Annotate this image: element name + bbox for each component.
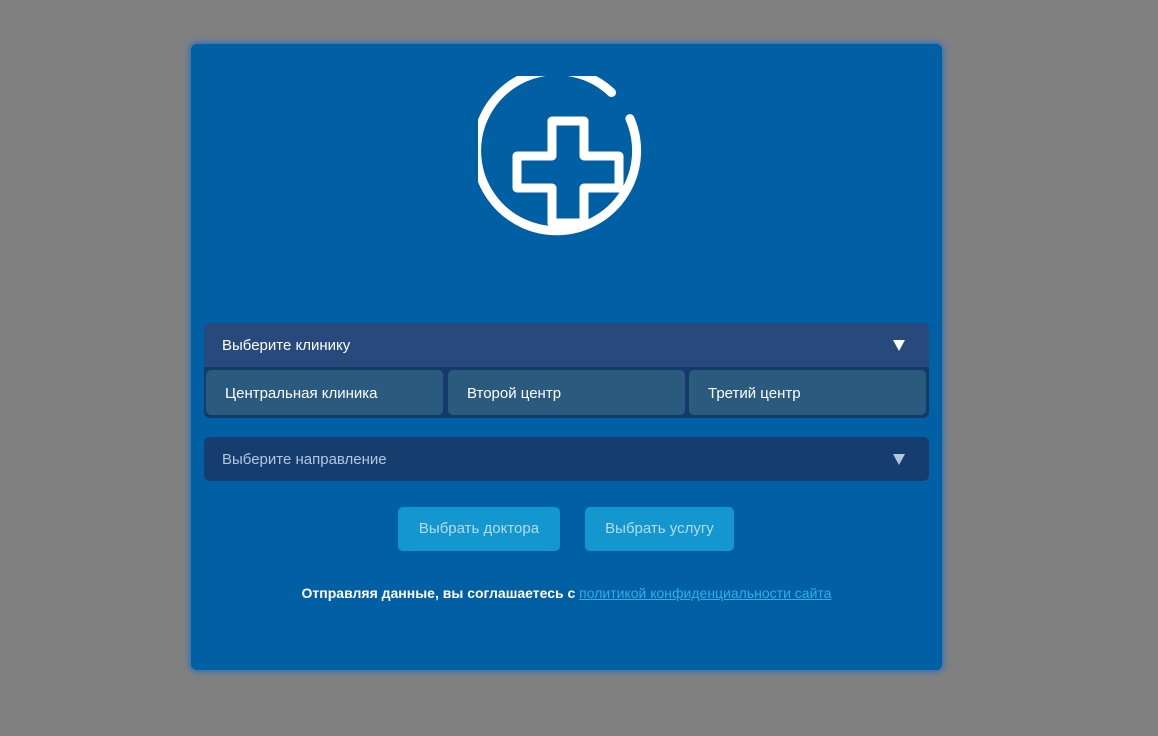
clinic-select-label: Выберите клинику bbox=[222, 337, 351, 354]
choose-service-button[interactable]: Выбрать услугу bbox=[585, 507, 734, 551]
medical-cross-icon bbox=[478, 76, 642, 236]
clinic-option-central[interactable]: Центральная клиника bbox=[206, 370, 443, 415]
clinic-option-second[interactable]: Второй центр bbox=[448, 370, 685, 415]
privacy-policy-link[interactable]: политикой конфиденциальности сайта bbox=[579, 585, 831, 601]
clinic-option-label: Третий центр bbox=[708, 385, 801, 402]
privacy-consent: Отправляя данные, вы соглашаетесь с поли… bbox=[191, 585, 942, 601]
chevron-down-icon bbox=[893, 454, 905, 465]
clinic-select-header[interactable]: Выберите клинику bbox=[204, 323, 929, 367]
clinic-option-label: Центральная клиника bbox=[225, 385, 378, 402]
booking-modal: Выберите клинику Центральная клиника Вто… bbox=[191, 44, 942, 670]
direction-select[interactable]: Выберите направление bbox=[204, 437, 929, 481]
choose-doctor-button[interactable]: Выбрать доктора bbox=[398, 507, 560, 551]
clinic-select: Выберите клинику Центральная клиника Вто… bbox=[204, 323, 929, 418]
clinic-options: Центральная клиника Второй центр Третий … bbox=[206, 370, 927, 415]
clinic-option-label: Второй центр bbox=[467, 385, 562, 402]
clinic-option-third[interactable]: Третий центр bbox=[689, 370, 926, 415]
chevron-down-icon bbox=[893, 340, 905, 351]
direction-select-label: Выберите направление bbox=[222, 451, 387, 468]
consent-text: Отправляя данные, вы соглашаетесь с bbox=[301, 585, 580, 601]
